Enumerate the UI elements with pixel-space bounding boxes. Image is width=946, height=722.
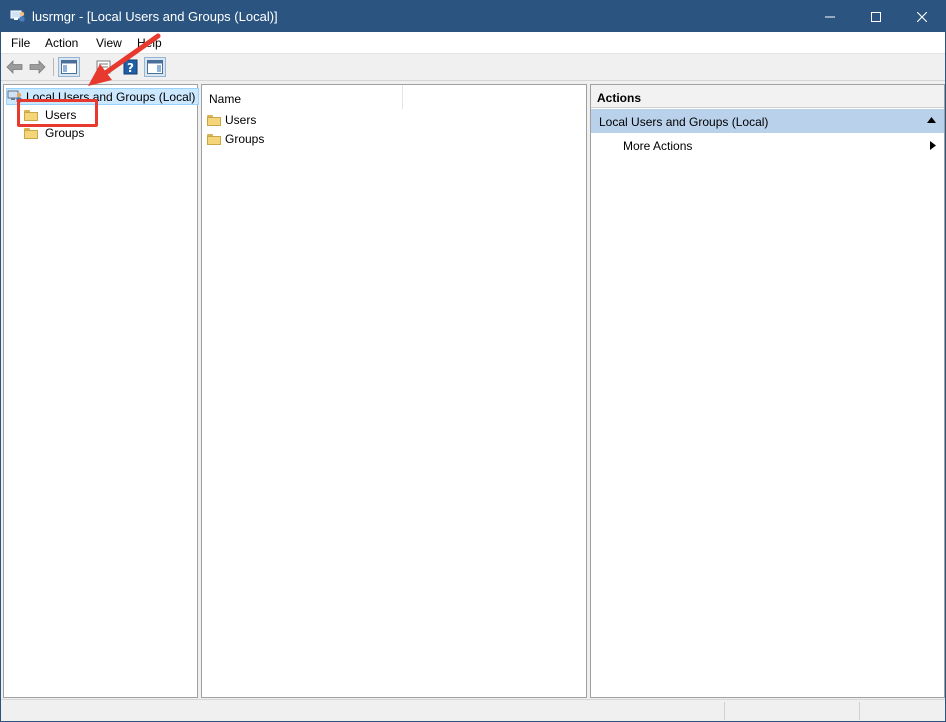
list-item-label: Users	[225, 113, 257, 127]
status-panel	[859, 702, 945, 720]
column-header-label: Name	[209, 92, 242, 106]
back-arrow-icon	[6, 60, 23, 74]
close-button[interactable]	[899, 1, 945, 32]
folder-icon	[207, 114, 221, 126]
more-actions-label: More Actions	[623, 139, 693, 153]
toolbar-separator	[53, 58, 54, 76]
highlight-box	[17, 99, 98, 127]
annotation-arrow-icon	[88, 33, 161, 86]
title-bar[interactable]: lusrmgr - [Local Users and Groups (Local…	[1, 1, 945, 32]
actions-pane: Actions Local Users and Groups (Local) M…	[590, 84, 945, 698]
forward-button[interactable]	[26, 57, 48, 77]
folder-icon	[24, 127, 38, 139]
close-icon	[917, 11, 927, 22]
forward-arrow-icon	[29, 60, 46, 74]
actions-title: Actions	[591, 85, 944, 108]
window-title: lusrmgr - [Local Users and Groups (Local…	[32, 9, 278, 24]
minimize-icon	[825, 16, 835, 17]
more-actions-item[interactable]: More Actions	[591, 134, 944, 156]
minimize-button[interactable]	[807, 1, 853, 32]
back-button[interactable]	[4, 57, 26, 77]
actions-title-label: Actions	[597, 91, 642, 105]
column-header-name[interactable]: Name	[202, 85, 403, 109]
menu-file[interactable]: File	[11, 36, 30, 50]
status-panel	[724, 702, 859, 720]
mmc-window: lusrmgr - [Local Users and Groups (Local…	[0, 0, 946, 722]
maximize-button[interactable]	[853, 1, 899, 32]
status-bar	[1, 699, 945, 721]
actions-section-header[interactable]: Local Users and Groups (Local)	[591, 109, 944, 133]
snapin-computer-icon	[10, 8, 26, 24]
list-item-users[interactable]: Users	[207, 111, 256, 129]
collapse-up-icon	[927, 117, 936, 123]
list-item-label: Groups	[225, 132, 265, 146]
submenu-arrow-icon	[930, 141, 936, 150]
tree-node-label: Groups	[45, 126, 85, 140]
actions-section-label: Local Users and Groups (Local)	[599, 115, 769, 129]
console-tree: Local Users and Groups (Local) Users Gro…	[3, 84, 200, 698]
folder-icon	[207, 133, 221, 145]
maximize-icon	[871, 11, 881, 22]
list-item-groups[interactable]: Groups	[207, 130, 264, 148]
results-list: Name Users Groups	[201, 84, 587, 698]
